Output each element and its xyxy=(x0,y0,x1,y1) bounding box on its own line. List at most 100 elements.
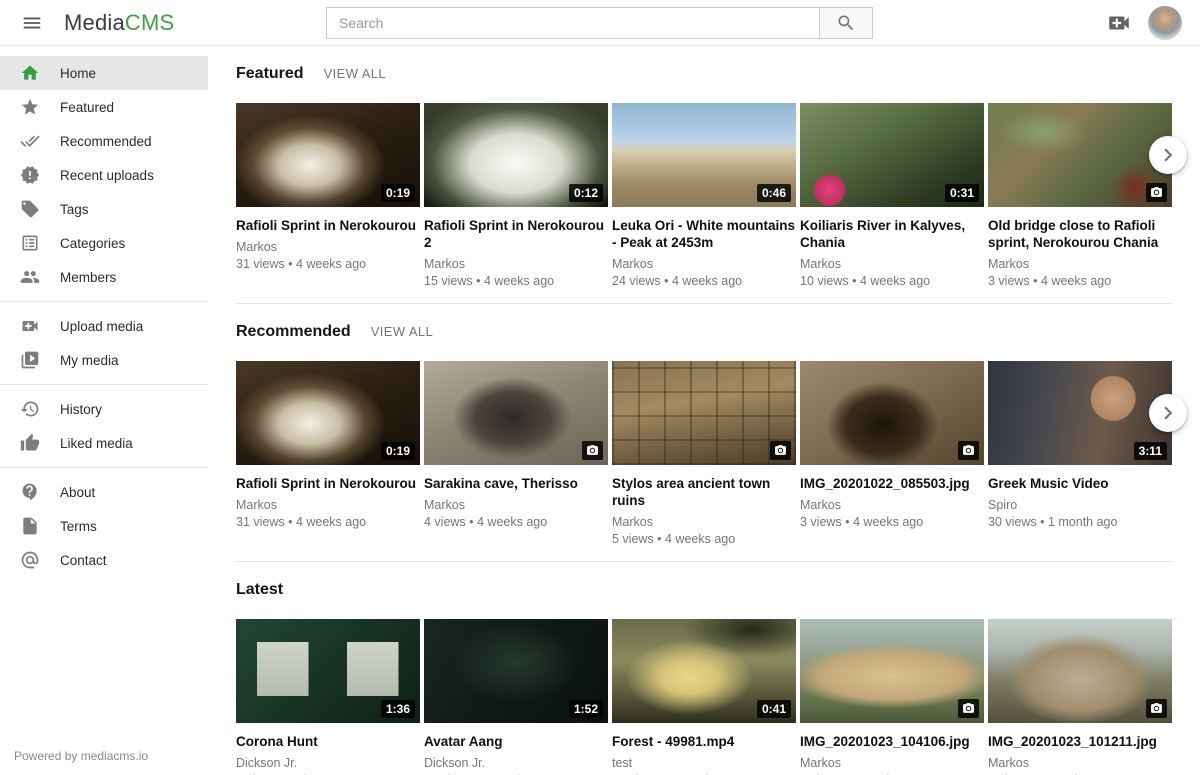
media-card[interactable]: 0:46 Leuka Ori - White mountains - Peak … xyxy=(612,103,796,288)
media-author[interactable]: Markos xyxy=(236,240,420,254)
media-author[interactable]: Dickson Jr. xyxy=(236,756,420,770)
media-thumbnail[interactable] xyxy=(988,619,1172,723)
search-button[interactable] xyxy=(819,7,873,39)
media-card[interactable]: 0:19 Rafioli Sprint in Nerokourou Markos… xyxy=(236,103,420,288)
powered-by: Powered by mediacms.io xyxy=(14,749,148,763)
media-card[interactable]: 0:19 Rafioli Sprint in Nerokourou Markos… xyxy=(236,361,420,546)
sidebar-item-recommended[interactable]: Recommended xyxy=(0,124,208,158)
sidebar-item-contact[interactable]: Contact xyxy=(0,543,208,577)
media-thumbnail[interactable]: 0:46 xyxy=(612,103,796,207)
media-author[interactable]: Markos xyxy=(800,756,984,770)
sidebar-item-about[interactable]: About xyxy=(0,475,208,509)
new-releases-icon xyxy=(20,165,40,185)
media-author[interactable]: Markos xyxy=(236,498,420,512)
media-author[interactable]: Dickson Jr. xyxy=(424,756,608,770)
carousel-next-button[interactable] xyxy=(1149,136,1187,174)
media-title[interactable]: Rafioli Sprint in Nerokourou xyxy=(236,475,420,492)
media-card[interactable]: Old bridge close to Rafioli sprint, Nero… xyxy=(988,103,1172,288)
media-title[interactable]: Sarakina cave, Therisso xyxy=(424,475,608,492)
document-icon xyxy=(20,516,40,536)
media-author[interactable]: Markos xyxy=(800,257,984,271)
media-card[interactable]: IMG_20201023_104106.jpg Markos 4 views •… xyxy=(800,619,984,775)
media-thumbnail[interactable] xyxy=(424,361,608,465)
media-card[interactable]: 3:11 Greek Music Video Spiro 30 views • … xyxy=(988,361,1172,546)
media-title[interactable]: Old bridge close to Rafioli sprint, Nero… xyxy=(988,217,1172,251)
media-card[interactable]: 0:41 Forest - 49981.mp4 test 17 views • … xyxy=(612,619,796,775)
media-thumbnail[interactable]: 0:19 xyxy=(236,103,420,207)
media-thumbnail[interactable]: 0:31 xyxy=(800,103,984,207)
media-title[interactable]: Rafioli Sprint in Nerokourou xyxy=(236,217,420,234)
sidebar-item-tags[interactable]: Tags xyxy=(0,192,208,226)
sidebar-item-label: Home xyxy=(60,66,96,81)
media-card[interactable]: Sarakina cave, Therisso Markos 4 views •… xyxy=(424,361,608,546)
media-author[interactable]: Markos xyxy=(612,257,796,271)
cards-row: 1:36 Corona Hunt Dickson Jr. 6 views • 4… xyxy=(236,619,1172,775)
media-thumbnail[interactable]: 3:11 xyxy=(988,361,1172,465)
media-author[interactable]: test xyxy=(612,756,796,770)
sidebar-item-members[interactable]: Members xyxy=(0,260,208,294)
media-author[interactable]: Markos xyxy=(424,257,608,271)
media-title[interactable]: Greek Music Video xyxy=(988,475,1172,492)
media-thumbnail[interactable]: 1:52 xyxy=(424,619,608,723)
section-recommended: Recommended VIEW ALL 0:19 Rafioli Sprint… xyxy=(236,304,1172,562)
sidebar-item-history[interactable]: History xyxy=(0,392,208,426)
sidebar-divider xyxy=(0,301,208,302)
media-card[interactable]: 0:31 Koiliaris River in Kalyves, Chania … xyxy=(800,103,984,288)
sidebar-item-label: Upload media xyxy=(60,319,143,334)
media-title[interactable]: Forest - 49981.mp4 xyxy=(612,733,796,750)
media-title[interactable]: Avatar Aang xyxy=(424,733,608,750)
sidebar-item-featured[interactable]: Featured xyxy=(0,90,208,124)
media-author[interactable]: Markos xyxy=(424,498,608,512)
sidebar-item-liked-media[interactable]: Liked media xyxy=(0,426,208,460)
media-author[interactable]: Markos xyxy=(800,498,984,512)
media-title[interactable]: Stylos area ancient town ruins xyxy=(612,475,796,509)
media-title[interactable]: IMG_20201023_104106.jpg xyxy=(800,733,984,750)
media-title[interactable]: Corona Hunt xyxy=(236,733,420,750)
media-author[interactable]: Markos xyxy=(988,756,1172,770)
media-thumbnail[interactable] xyxy=(612,361,796,465)
media-thumbnail[interactable]: 0:41 xyxy=(612,619,796,723)
sidebar-item-terms[interactable]: Terms xyxy=(0,509,208,543)
tag-icon xyxy=(20,199,40,219)
sidebar-item-recent-uploads[interactable]: Recent uploads xyxy=(0,158,208,192)
section-featured: Featured VIEW ALL 0:19 Rafioli Sprint in… xyxy=(236,46,1172,304)
media-thumbnail[interactable]: 1:36 xyxy=(236,619,420,723)
media-card[interactable]: 1:36 Corona Hunt Dickson Jr. 6 views • 4… xyxy=(236,619,420,775)
media-card[interactable]: Stylos area ancient town ruins Markos 5 … xyxy=(612,361,796,546)
media-thumbnail[interactable]: 0:19 xyxy=(236,361,420,465)
media-thumbnail[interactable] xyxy=(800,361,984,465)
media-card[interactable]: IMG_20201023_101211.jpg Markos 4 views •… xyxy=(988,619,1172,775)
media-author[interactable]: Markos xyxy=(612,515,796,529)
upload-media-icon xyxy=(20,316,40,336)
media-card[interactable]: IMG_20201022_085503.jpg Markos 3 views •… xyxy=(800,361,984,546)
media-title[interactable]: IMG_20201023_101211.jpg xyxy=(988,733,1172,750)
media-thumbnail[interactable] xyxy=(800,619,984,723)
media-thumbnail[interactable] xyxy=(988,103,1172,207)
media-card[interactable]: 0:12 Rafioli Sprint in Nerokourou 2 Mark… xyxy=(424,103,608,288)
upload-media-icon[interactable] xyxy=(1106,10,1132,36)
view-all-link[interactable]: VIEW ALL xyxy=(324,66,386,81)
logo[interactable]: MediaCMS xyxy=(64,10,174,36)
sidebar-item-label: Recent uploads xyxy=(60,168,154,183)
section-header: Latest xyxy=(236,581,1172,599)
sidebar-item-upload-media[interactable]: Upload media xyxy=(0,309,208,343)
media-meta: 24 views • 4 weeks ago xyxy=(612,274,796,288)
view-all-link[interactable]: VIEW ALL xyxy=(371,324,433,339)
sidebar-item-my-media[interactable]: My media xyxy=(0,343,208,377)
avatar[interactable] xyxy=(1148,6,1182,40)
media-title[interactable]: Koiliaris River in Kalyves, Chania xyxy=(800,217,984,251)
media-author[interactable]: Spiro xyxy=(988,498,1172,512)
media-card[interactable]: 1:52 Avatar Aang Dickson Jr. 12 views • … xyxy=(424,619,608,775)
carousel-next-button[interactable] xyxy=(1149,394,1187,432)
search-input[interactable] xyxy=(326,7,820,39)
media-thumbnail[interactable]: 0:12 xyxy=(424,103,608,207)
menu-icon[interactable] xyxy=(12,3,52,43)
sidebar-item-home[interactable]: Home xyxy=(0,56,208,90)
sidebar-item-categories[interactable]: Categories xyxy=(0,226,208,260)
history-icon xyxy=(20,399,40,419)
media-title[interactable]: Rafioli Sprint in Nerokourou 2 xyxy=(424,217,608,251)
media-author[interactable]: Markos xyxy=(988,257,1172,271)
media-title[interactable]: Leuka Ori - White mountains - Peak at 24… xyxy=(612,217,796,251)
duration-badge: 0:31 xyxy=(945,184,979,202)
media-title[interactable]: IMG_20201022_085503.jpg xyxy=(800,475,984,492)
